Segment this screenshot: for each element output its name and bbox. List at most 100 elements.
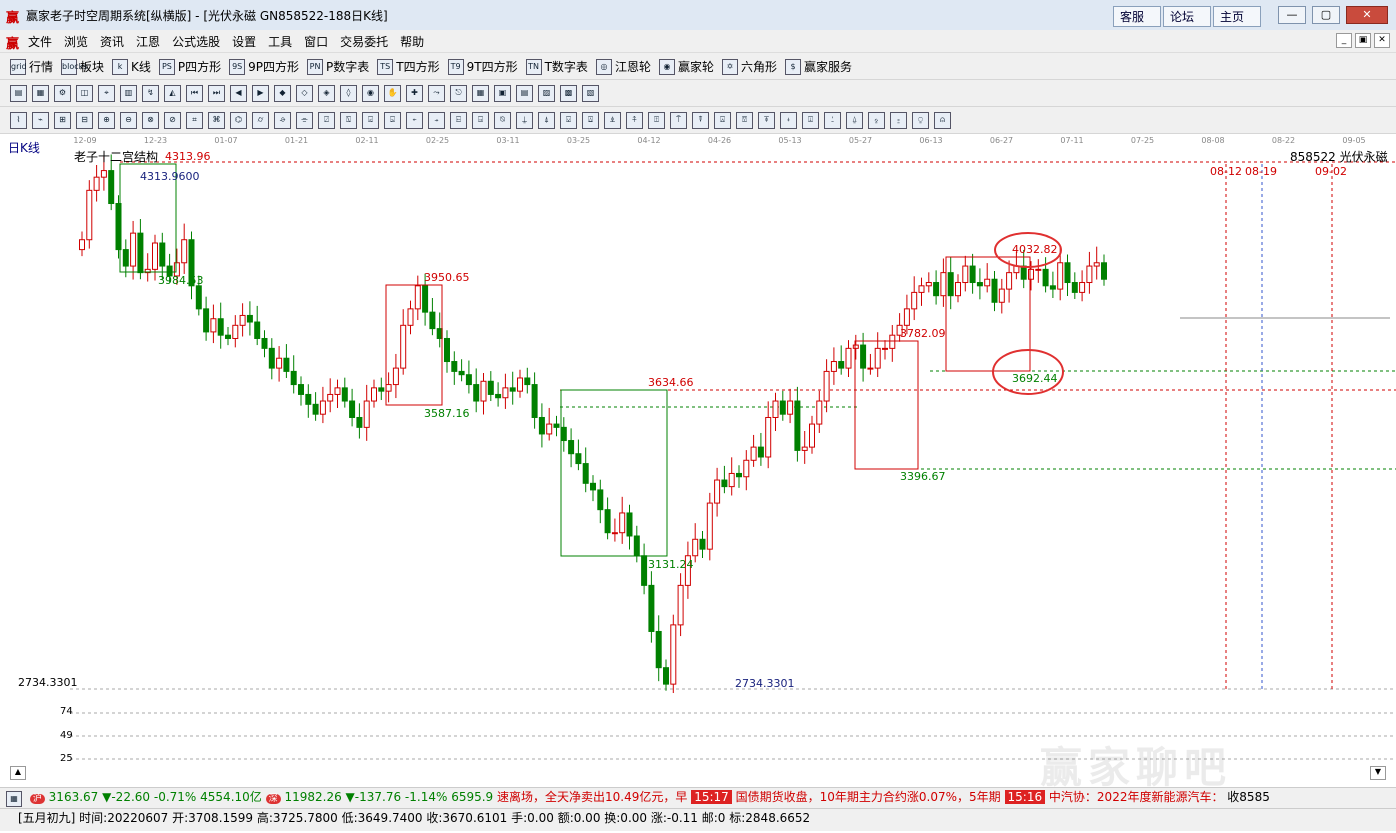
news-item-3[interactable]: 中汽协：2022年度新能源汽车： xyxy=(1049,790,1224,804)
analysis-tool-10-icon[interactable]: ⌘ xyxy=(208,112,225,129)
analysis-tool-25-icon[interactable]: ⍋ xyxy=(538,112,555,129)
analysis-tool-18-icon[interactable]: ⍄ xyxy=(384,112,401,129)
analysis-tool-12-icon[interactable]: ⌭ xyxy=(252,112,269,129)
draw-tool-15-icon[interactable]: ◈ xyxy=(318,85,335,102)
draw-tool-10-icon[interactable]: ⏭ xyxy=(208,85,225,102)
analysis-tool-28-icon[interactable]: ⍎ xyxy=(604,112,621,129)
draw-tool-2-icon[interactable]: ▦ xyxy=(32,85,49,102)
draw-tool-7-icon[interactable]: ↯ xyxy=(142,85,159,102)
news-item-1[interactable]: 速离场，全天净卖出10.49亿元，早 xyxy=(497,790,687,804)
menu-help[interactable]: 帮助 xyxy=(400,33,424,50)
analysis-tool-16-icon[interactable]: ⍂ xyxy=(340,112,357,129)
tool-t-square[interactable]: TS T四方形 xyxy=(377,58,440,75)
analysis-tool-2-icon[interactable]: ⌁ xyxy=(32,112,49,129)
draw-tool-4-icon[interactable]: ◫ xyxy=(76,85,93,102)
analysis-tool-32-icon[interactable]: ⍒ xyxy=(692,112,709,129)
menu-info[interactable]: 资讯 xyxy=(100,33,124,50)
draw-tool-5-icon[interactable]: ⌖ xyxy=(98,85,115,102)
analysis-tool-20-icon[interactable]: ⍆ xyxy=(428,112,445,129)
tool-9p-square[interactable]: 9S 9P四方形 xyxy=(229,58,299,75)
tool-quotes[interactable]: grid 行情 xyxy=(10,58,53,75)
analysis-tool-39-icon[interactable]: ⍙ xyxy=(846,112,863,129)
menu-window[interactable]: 窗口 xyxy=(304,33,328,50)
tool-sectors[interactable]: blocks 板块 xyxy=(61,58,104,75)
analysis-tool-30-icon[interactable]: ⍐ xyxy=(648,112,665,129)
analysis-tool-6-icon[interactable]: ⊖ xyxy=(120,112,137,129)
draw-tool-13-icon[interactable]: ◆ xyxy=(274,85,291,102)
mdi-minimize-button[interactable]: _ xyxy=(1336,33,1352,48)
draw-tool-11-icon[interactable]: ◀ xyxy=(230,85,247,102)
draw-tool-22-icon[interactable]: ▦ xyxy=(472,85,489,102)
mdi-close-button[interactable]: ✕ xyxy=(1374,33,1390,48)
tool-t-number[interactable]: TN T数字表 xyxy=(525,58,588,75)
tool-kline[interactable]: k K线 xyxy=(112,58,151,75)
draw-tool-26-icon[interactable]: ▩ xyxy=(560,85,577,102)
analysis-tool-24-icon[interactable]: ⍊ xyxy=(516,112,533,129)
draw-tool-8-icon[interactable]: ◭ xyxy=(164,85,181,102)
draw-tool-23-icon[interactable]: ▣ xyxy=(494,85,511,102)
draw-tool-21-icon[interactable]: ⎋ xyxy=(450,85,467,102)
mdi-restore-button[interactable]: ▣ xyxy=(1355,33,1371,48)
menu-file[interactable]: 文件 xyxy=(28,33,52,50)
analysis-tool-31-icon[interactable]: ⍑ xyxy=(670,112,687,129)
analysis-tool-23-icon[interactable]: ⍉ xyxy=(494,112,511,129)
analysis-tool-40-icon[interactable]: ⍚ xyxy=(868,112,885,129)
scroll-up-arrow-icon[interactable]: ▲ xyxy=(10,766,26,780)
analysis-tool-3-icon[interactable]: ⊞ xyxy=(54,112,71,129)
menu-settings[interactable]: 设置 xyxy=(232,33,256,50)
analysis-tool-35-icon[interactable]: ⍕ xyxy=(758,112,775,129)
draw-tool-17-icon[interactable]: ◉ xyxy=(362,85,379,102)
close-button[interactable]: ✕ xyxy=(1346,6,1388,24)
draw-tool-6-icon[interactable]: ▥ xyxy=(120,85,137,102)
menu-gann[interactable]: 江恩 xyxy=(136,33,160,50)
analysis-tool-29-icon[interactable]: ⍏ xyxy=(626,112,643,129)
draw-tool-25-icon[interactable]: ▨ xyxy=(538,85,555,102)
analysis-tool-22-icon[interactable]: ⍈ xyxy=(472,112,489,129)
menu-browse[interactable]: 浏览 xyxy=(64,33,88,50)
analysis-tool-27-icon[interactable]: ⍍ xyxy=(582,112,599,129)
analysis-tool-5-icon[interactable]: ⊕ xyxy=(98,112,115,129)
analysis-tool-8-icon[interactable]: ⊘ xyxy=(164,112,181,129)
draw-tool-19-icon[interactable]: ✚ xyxy=(406,85,423,102)
draw-tool-14-icon[interactable]: ◇ xyxy=(296,85,313,102)
tool-p-number[interactable]: PN P数字表 xyxy=(307,58,369,75)
analysis-tool-26-icon[interactable]: ⍌ xyxy=(560,112,577,129)
tool-gann-wheel[interactable]: ◎ 江恩轮 xyxy=(595,58,651,75)
draw-tool-20-icon[interactable]: ⤳ xyxy=(428,85,445,102)
draw-tool-1-icon[interactable]: ▤ xyxy=(10,85,27,102)
tool-9t-square[interactable]: T9 9T四方形 xyxy=(447,58,518,75)
analysis-tool-7-icon[interactable]: ⊗ xyxy=(142,112,159,129)
analysis-tool-37-icon[interactable]: ⍗ xyxy=(802,112,819,129)
analysis-tool-15-icon[interactable]: ⍁ xyxy=(318,112,335,129)
analysis-tool-17-icon[interactable]: ⍃ xyxy=(362,112,379,129)
draw-tool-3-icon[interactable]: ⚙ xyxy=(54,85,71,102)
analysis-tool-33-icon[interactable]: ⍓ xyxy=(714,112,731,129)
analysis-tool-13-icon[interactable]: ⌮ xyxy=(274,112,291,129)
tool-winner-wheel[interactable]: ◉ 赢家轮 xyxy=(658,58,714,75)
analysis-tool-1-icon[interactable]: ⌇ xyxy=(10,112,27,129)
tool-service[interactable]: $ 赢家服务 xyxy=(784,58,852,75)
analysis-tool-43-icon[interactable]: ⍝ xyxy=(934,112,951,129)
news-item-2[interactable]: 国债期货收盘，10年期主力合约涨0.07%，5年期 xyxy=(736,790,1001,804)
draw-tool-27-icon[interactable]: ▧ xyxy=(582,85,599,102)
analysis-tool-11-icon[interactable]: ⌬ xyxy=(230,112,247,129)
forum-link[interactable]: 论坛 xyxy=(1163,6,1211,27)
service-link[interactable]: 客服 xyxy=(1113,6,1161,27)
calculator-icon[interactable]: ▦ xyxy=(6,791,22,807)
draw-tool-24-icon[interactable]: ▤ xyxy=(516,85,533,102)
analysis-tool-21-icon[interactable]: ⍇ xyxy=(450,112,467,129)
analysis-tool-19-icon[interactable]: ⍅ xyxy=(406,112,423,129)
analysis-tool-38-icon[interactable]: ⍘ xyxy=(824,112,841,129)
draw-tool-16-icon[interactable]: ◊ xyxy=(340,85,357,102)
menu-tools[interactable]: 工具 xyxy=(268,33,292,50)
draw-tool-18-icon[interactable]: ✋ xyxy=(384,85,401,102)
analysis-tool-14-icon[interactable]: ⌯ xyxy=(296,112,313,129)
homepage-link[interactable]: 主页 xyxy=(1213,6,1261,27)
analysis-tool-41-icon[interactable]: ⍛ xyxy=(890,112,907,129)
analysis-tool-4-icon[interactable]: ⊟ xyxy=(76,112,93,129)
kline-chart-panel[interactable]: 12-09 12-23 01-07 01-21 02-11 02-25 03-11 03-25… xyxy=(0,134,1396,792)
menu-formula[interactable]: 公式选股 xyxy=(172,33,220,50)
tool-p-square[interactable]: PS P四方形 xyxy=(158,58,221,75)
menu-trade[interactable]: 交易委托 xyxy=(340,33,388,50)
app-menu-icon[interactable]: 赢 xyxy=(6,33,22,52)
